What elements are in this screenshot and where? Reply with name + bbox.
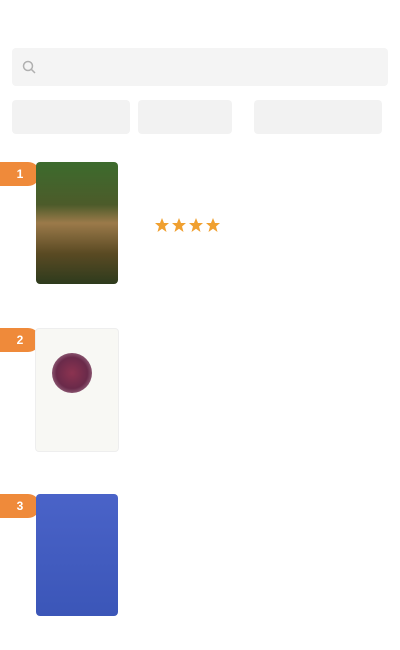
app-header — [0, 0, 400, 42]
star-icon — [189, 218, 203, 232]
book-title[interactable] — [154, 166, 370, 185]
book-cover-image[interactable] — [35, 328, 119, 452]
book-subtitle — [154, 517, 370, 535]
book-subtitle — [154, 351, 370, 369]
star-icon — [155, 218, 169, 232]
search-bar[interactable] — [12, 48, 388, 86]
book-subtitle — [154, 185, 370, 203]
book-info — [154, 318, 400, 484]
rating — [154, 217, 370, 233]
rose-illustration — [52, 353, 92, 393]
book-info — [154, 484, 400, 650]
rank-badge: 3 — [0, 494, 40, 518]
star-icon — [206, 218, 220, 232]
book-card[interactable]: 1 — [0, 152, 400, 318]
book-title[interactable] — [154, 498, 370, 517]
book-cover-image[interactable] — [36, 494, 118, 616]
rank-badge: 1 — [0, 162, 40, 186]
star-icon — [172, 218, 186, 232]
book-cover-image[interactable] — [36, 162, 118, 284]
filter-row — [0, 86, 400, 134]
filter-chip-3[interactable] — [254, 100, 382, 134]
filter-chip-1[interactable] — [12, 100, 130, 134]
rank-badge: 2 — [0, 328, 40, 352]
book-list: 1 2 3 — [0, 152, 400, 650]
book-info — [154, 152, 400, 318]
search-icon — [22, 60, 36, 74]
book-card[interactable]: 3 — [0, 484, 400, 650]
filter-chip-2[interactable] — [138, 100, 232, 134]
book-card[interactable]: 2 — [0, 318, 400, 484]
book-title[interactable] — [154, 332, 370, 351]
